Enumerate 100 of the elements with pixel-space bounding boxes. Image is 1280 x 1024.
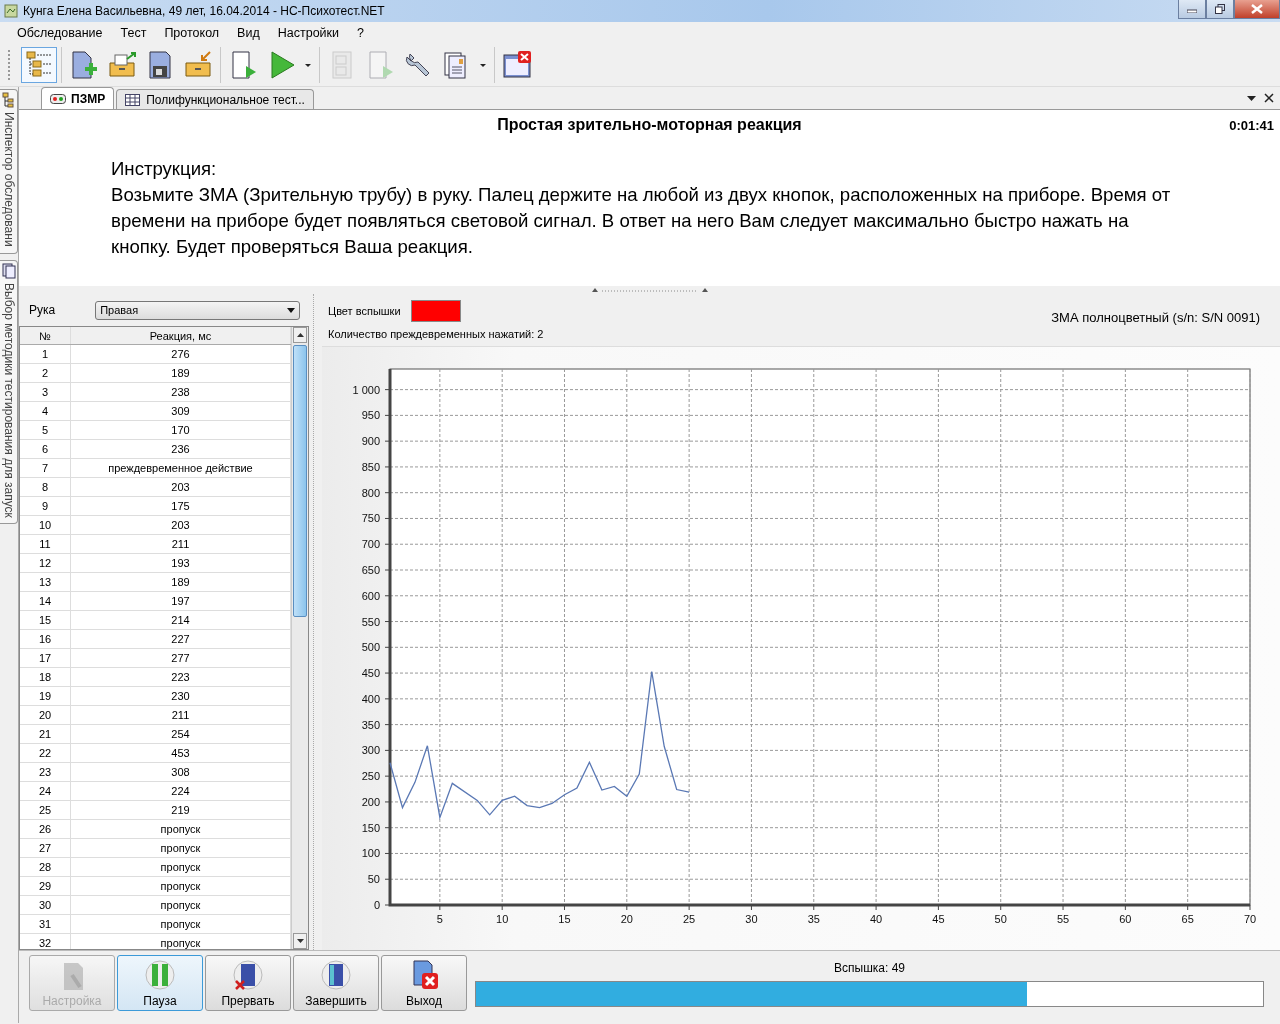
table-cell: 32 <box>20 934 71 949</box>
document-tab[interactable]: Полифункциональное тест... <box>116 89 314 109</box>
pages-icon <box>1 262 16 279</box>
y-tick-label: 0 <box>373 899 380 911</box>
x-tick-label: 20 <box>620 913 633 925</box>
flash-color-label: Цвет вспышки <box>328 305 401 317</box>
x-tick-label: 60 <box>1119 913 1132 925</box>
caret-icon <box>480 63 486 67</box>
hand-dropdown[interactable]: Правая <box>95 300 301 320</box>
y-tick-label: 950 <box>361 409 380 422</box>
table-cell: 7 <box>20 459 71 477</box>
y-tick-label: 450 <box>361 667 380 680</box>
action-button[interactable]: Пауза <box>117 955 203 1011</box>
table-icon <box>125 93 142 106</box>
x-tick-label: 35 <box>807 913 820 925</box>
new-document-icon <box>69 49 99 81</box>
table-cell: 31 <box>20 915 71 933</box>
x-tick-label: 15 <box>558 913 571 925</box>
menu-item[interactable]: ? <box>348 26 373 40</box>
table-cell: 23 <box>20 763 71 781</box>
table-cell: 20 <box>20 706 71 724</box>
x-tick-label: 40 <box>869 913 883 925</box>
action-button[interactable]: Завершить <box>293 955 379 1011</box>
table-cell: 26 <box>20 820 71 838</box>
close-button[interactable] <box>1234 0 1280 19</box>
y-tick-label: 150 <box>361 821 380 834</box>
down-arrow-icon[interactable] <box>296 939 304 943</box>
pause-icon <box>144 959 176 991</box>
y-tick-label: 900 <box>361 435 380 448</box>
table-cell: 19 <box>20 687 71 705</box>
dropdown-icon[interactable] <box>1247 93 1256 102</box>
table-cell: 1 <box>20 345 71 363</box>
table-cell: 3 <box>20 383 71 401</box>
table-cell: 24 <box>20 782 71 800</box>
table-cell: 17 <box>20 649 71 667</box>
document-tab[interactable]: ПЗМР <box>41 87 115 109</box>
restore-icon <box>1215 4 1225 14</box>
table-cell: 4 <box>20 402 71 420</box>
menu-item[interactable]: Вид <box>228 26 269 40</box>
table-cell: 9 <box>20 497 71 515</box>
table-cell: 6 <box>20 440 71 458</box>
y-tick-label: 300 <box>361 744 380 757</box>
device-label: ЗМА полноцветный (s/n: S/N 0091) <box>1051 310 1260 327</box>
x-tick-label: 45 <box>932 913 945 925</box>
menu-item[interactable]: Протокол <box>155 26 229 40</box>
table-cell: 18 <box>20 668 71 686</box>
close-icon <box>1251 4 1263 14</box>
y-tick-label: 250 <box>361 770 380 783</box>
table-cell: 27 <box>20 839 71 857</box>
x-tick-label: 70 <box>1243 913 1257 925</box>
side-tab[interactable]: Инспектор обследовани <box>0 89 18 254</box>
y-tick-label: 400 <box>361 692 380 705</box>
x-tick-label: 55 <box>1056 913 1070 925</box>
y-tick-label: 850 <box>361 460 380 473</box>
table-cell: 10 <box>20 516 71 534</box>
caret-icon <box>305 63 311 67</box>
x-tick-label: 5 <box>436 913 443 925</box>
table-cell: 12 <box>20 554 71 572</box>
table-cell: 25 <box>20 801 71 819</box>
column-header: № <box>20 327 71 344</box>
table-cell: 29 <box>20 877 71 895</box>
action-button[interactable]: Прервать <box>205 955 291 1011</box>
table-cell: 22 <box>20 744 71 762</box>
instruction-text: Возьмите ЗМА (Зрительную трубу) в руку. Палец держите на любой из двух кнопок, расположенных на приборе. Время от времени на приборе будет появляться световой сигнал. В ответ на него Вам следует максимально быстро нажать на кнопку. Будет проверяться Ваша реакция. <box>111 183 1172 259</box>
menu-item[interactable]: Настройки <box>268 26 349 40</box>
menu-item[interactable]: Обследование <box>8 26 112 40</box>
action-button[interactable]: Выход <box>381 955 467 1011</box>
table-cell: 16 <box>20 630 71 648</box>
book-icon <box>320 959 352 991</box>
x-tick-label: 25 <box>683 913 696 925</box>
menu-item[interactable]: Тест <box>111 26 156 40</box>
y-tick-label: 800 <box>361 486 380 499</box>
test-title: Простая зрительно-моторная реакция <box>497 116 802 134</box>
device-icon <box>50 92 66 105</box>
table-cell: 2 <box>20 364 71 382</box>
table-cell: 14 <box>20 592 71 610</box>
splitter-grip[interactable] <box>591 287 708 293</box>
scrollbar[interactable] <box>291 327 308 949</box>
y-tick-label: 700 <box>361 538 380 551</box>
flash-count: Вспышка: 49 <box>834 961 905 975</box>
tree-icon <box>1 92 16 108</box>
x-tick-label: 10 <box>496 913 509 925</box>
premature-count: Количество преждевременных нажатий: 2 <box>328 328 544 340</box>
instruction-heading: Инструкция: <box>111 157 218 181</box>
table-cell: 11 <box>20 535 71 553</box>
table-cell: 13 <box>20 573 71 591</box>
window-close-icon <box>502 49 532 81</box>
y-tick-label: 50 <box>367 873 380 886</box>
close-icon[interactable] <box>1264 93 1274 103</box>
up-arrow-icon[interactable] <box>296 333 304 337</box>
table-cell: 8 <box>20 478 71 496</box>
y-tick-label: 200 <box>361 795 380 808</box>
app-icon <box>4 4 18 18</box>
restore-button[interactable] <box>1206 0 1234 19</box>
x-tick-label: 65 <box>1181 913 1194 925</box>
side-tab[interactable]: Выбор методики тестирования для запуск <box>0 259 18 525</box>
y-tick-label: 550 <box>361 615 380 628</box>
table-cell: 28 <box>20 858 71 876</box>
y-tick-label: 600 <box>361 589 380 602</box>
y-tick-label: 100 <box>361 847 380 860</box>
